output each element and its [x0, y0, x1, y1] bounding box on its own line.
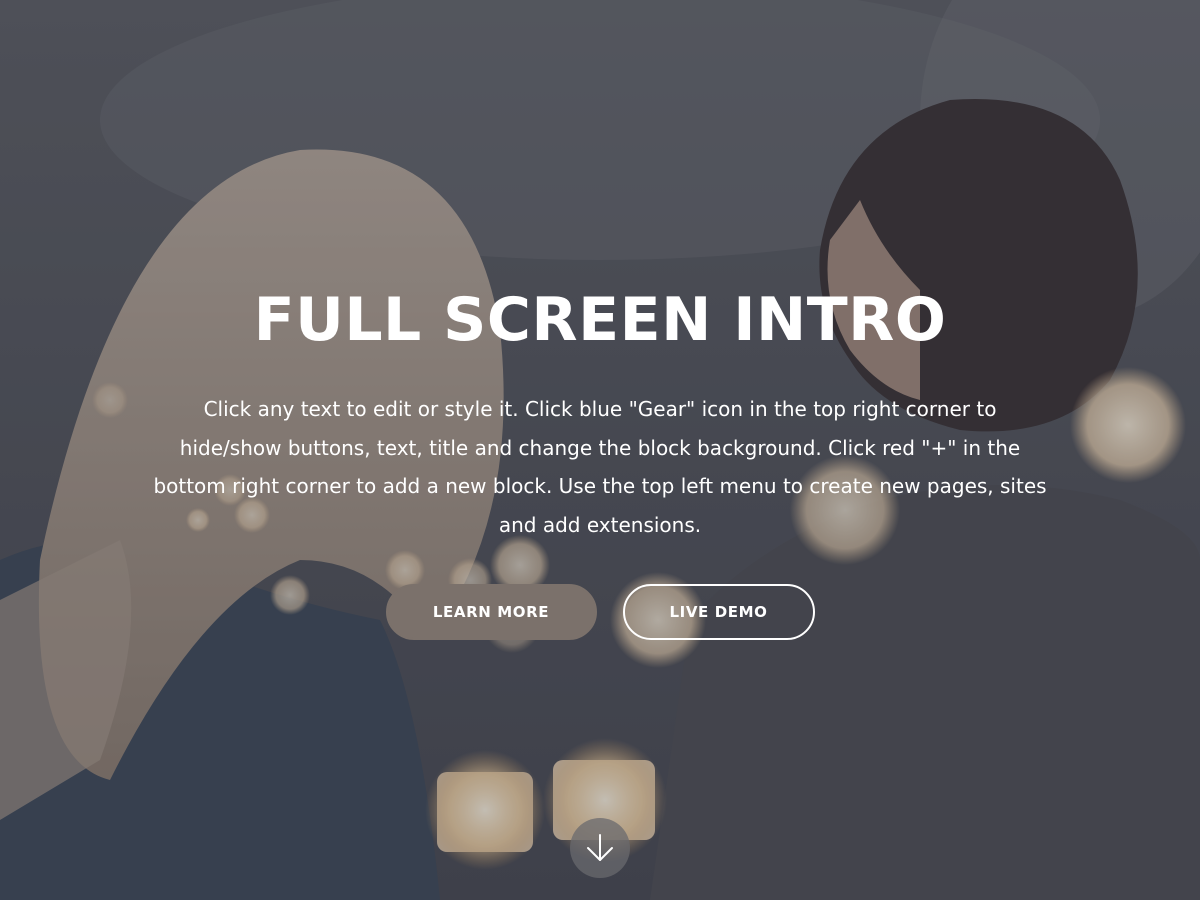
scroll-down-button[interactable]	[570, 818, 630, 878]
learn-more-button[interactable]: LEARN MORE	[385, 584, 597, 640]
button-group: LEARN MORE LIVE DEMO	[0, 584, 1200, 640]
arrow-down-icon	[587, 834, 613, 861]
intro-content: FULL SCREEN INTRO Click any text to edit…	[0, 280, 1200, 640]
intro-section: FULL SCREEN INTRO Click any text to edit…	[0, 0, 1200, 900]
intro-description[interactable]: Click any text to edit or style it. Clic…	[150, 390, 1050, 544]
intro-title[interactable]: FULL SCREEN INTRO	[0, 280, 1200, 360]
live-demo-button[interactable]: LIVE DEMO	[622, 584, 815, 640]
